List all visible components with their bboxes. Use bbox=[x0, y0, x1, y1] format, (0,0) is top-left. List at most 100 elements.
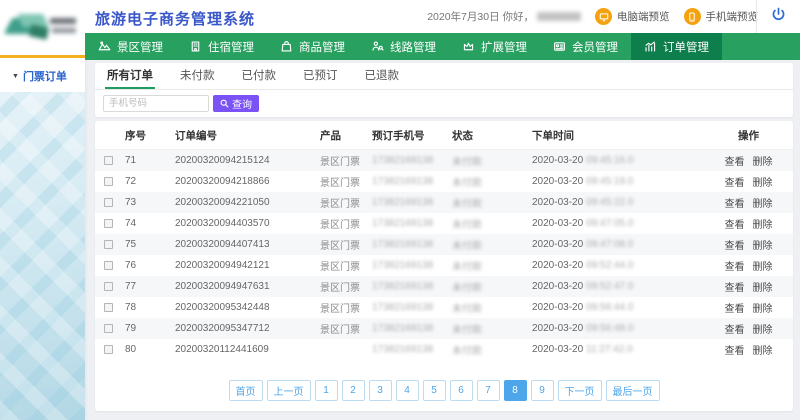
logout-button[interactable] bbox=[756, 0, 800, 33]
cell-product: 景区门票 bbox=[320, 321, 372, 336]
page-number-3[interactable]: 3 bbox=[369, 380, 392, 401]
cell-phone-blurred: 17382169138 bbox=[372, 281, 452, 292]
delete-link[interactable]: 删除 bbox=[753, 283, 773, 294]
tab-5[interactable]: 已退款 bbox=[363, 63, 402, 89]
tab-3[interactable]: 已付款 bbox=[240, 63, 279, 89]
sidebar-item-ticket-orders[interactable]: ▼ 门票订单 bbox=[0, 58, 85, 94]
col-product: 产品 bbox=[320, 128, 372, 143]
row-checkbox[interactable] bbox=[104, 261, 113, 270]
mobile-preview-button[interactable]: 手机端预览 bbox=[684, 8, 759, 25]
order-date: 2020-03-20 bbox=[532, 197, 583, 208]
cell-product: 景区门票 bbox=[320, 195, 372, 210]
table-header: 序号 订单编号 产品 预订手机号 状态 下单时间 操作 bbox=[95, 121, 793, 150]
actions-cell: 查看删除 bbox=[704, 237, 793, 252]
delete-link[interactable]: 删除 bbox=[753, 220, 773, 231]
orders-table-card: 序号 订单编号 产品 预订手机号 状态 下单时间 操作 7 1 2020032009… bbox=[95, 121, 793, 411]
sidebar-accent-bar bbox=[0, 55, 85, 58]
phone-icon bbox=[684, 8, 701, 25]
row-checkbox[interactable] bbox=[104, 198, 113, 207]
search-input[interactable] bbox=[103, 95, 209, 112]
cell-phone-blurred: 17382169138 bbox=[372, 344, 452, 355]
delete-link[interactable]: 删除 bbox=[753, 157, 773, 168]
row-checkbox[interactable] bbox=[104, 240, 113, 249]
row-checkbox[interactable] bbox=[104, 282, 113, 291]
top-header: 旅游电子商务管理系统 2020年7月30日 你好， 电脑端预览 手机端预览 bbox=[0, 0, 800, 33]
page-first[interactable]: 首页 bbox=[229, 380, 263, 401]
order-date: 2020-03-20 bbox=[532, 281, 583, 292]
view-link[interactable]: 查看 bbox=[725, 325, 745, 336]
tab-4[interactable]: 已预订 bbox=[301, 63, 340, 89]
actions-cell: 查看删除 bbox=[704, 300, 793, 315]
search-button[interactable]: 查询 bbox=[213, 95, 259, 112]
delete-link[interactable]: 删除 bbox=[753, 178, 773, 189]
tab-2[interactable]: 未付款 bbox=[178, 63, 217, 89]
scenic-icon bbox=[98, 40, 111, 53]
actions-cell: 查看删除 bbox=[704, 216, 793, 231]
cell-order-time: 2020-03-2009:45:19.0 bbox=[532, 176, 704, 187]
table-row: 802020032011244160917382169138未付款2020-03… bbox=[95, 339, 793, 360]
page-number-5[interactable]: 5 bbox=[423, 380, 446, 401]
delete-link[interactable]: 删除 bbox=[753, 304, 773, 315]
row-checkbox[interactable] bbox=[104, 177, 113, 186]
order-time-blurred: 09:45:19.0 bbox=[586, 176, 633, 187]
cell-no: 79 bbox=[125, 323, 175, 334]
nav-item-7[interactable]: 订单管理 bbox=[631, 33, 722, 60]
page-number-2[interactable]: 2 bbox=[342, 380, 365, 401]
hotel-icon bbox=[189, 40, 202, 53]
nav-item-5[interactable]: 扩展管理 bbox=[449, 33, 540, 60]
page-number-8[interactable]: 8 bbox=[504, 380, 527, 401]
page-number-1[interactable]: 1 bbox=[315, 380, 338, 401]
checkbox-cell bbox=[95, 236, 125, 254]
pc-preview-button[interactable]: 电脑端预览 bbox=[595, 8, 670, 25]
order-time-blurred: 09:56:48.0 bbox=[586, 323, 633, 334]
header-right: 2020年7月30日 你好， 电脑端预览 手机端预览 bbox=[427, 0, 758, 33]
search-button-label: 查询 bbox=[232, 96, 252, 111]
sidebar-item-label: 门票订单 bbox=[23, 68, 67, 84]
table-row: 7220200320094218866景区门票17382169138未付款202… bbox=[95, 171, 793, 192]
order-time-blurred: 09:52:44.0 bbox=[586, 260, 633, 271]
tab-1[interactable]: 所有订单 bbox=[105, 63, 155, 89]
delete-link[interactable]: 删除 bbox=[753, 199, 773, 210]
view-link[interactable]: 查看 bbox=[725, 304, 745, 315]
nav-item-6[interactable]: 会员管理 bbox=[540, 33, 631, 60]
view-link[interactable]: 查看 bbox=[725, 199, 745, 210]
cell-order-number: 20200320094947631 bbox=[175, 281, 320, 292]
page-number-4[interactable]: 4 bbox=[396, 380, 419, 401]
page-number-7[interactable]: 7 bbox=[477, 380, 500, 401]
row-checkbox[interactable] bbox=[104, 156, 113, 165]
sidebar-decoration bbox=[0, 92, 85, 420]
table-row: 7720200320094947631景区门票17382169138未付款202… bbox=[95, 276, 793, 297]
page-number-9[interactable]: 9 bbox=[531, 380, 554, 401]
view-link[interactable]: 查看 bbox=[725, 178, 745, 189]
row-checkbox[interactable] bbox=[104, 345, 113, 354]
view-link[interactable]: 查看 bbox=[725, 346, 745, 357]
order-date: 2020-03-20 bbox=[532, 260, 583, 271]
order-time-blurred: 09:47:05.0 bbox=[586, 218, 633, 229]
nav-item-label: 会员管理 bbox=[572, 39, 618, 55]
page-number-6[interactable]: 6 bbox=[450, 380, 473, 401]
delete-link[interactable]: 删除 bbox=[753, 241, 773, 252]
power-icon bbox=[771, 7, 786, 27]
delete-link[interactable]: 删除 bbox=[753, 325, 773, 336]
view-link[interactable]: 查看 bbox=[725, 220, 745, 231]
view-link[interactable]: 查看 bbox=[725, 157, 745, 168]
nav-item-3[interactable]: 商品管理 bbox=[267, 33, 358, 60]
view-link[interactable]: 查看 bbox=[725, 241, 745, 252]
delete-link[interactable]: 删除 bbox=[753, 346, 773, 357]
row-checkbox[interactable] bbox=[104, 324, 113, 333]
page-last[interactable]: 最后一页 bbox=[606, 380, 660, 401]
nav-item-1[interactable]: 景区管理 bbox=[85, 33, 176, 60]
nav-item-4[interactable]: 线路管理 bbox=[358, 33, 449, 60]
row-checkbox[interactable] bbox=[104, 219, 113, 228]
row-checkbox[interactable] bbox=[104, 303, 113, 312]
delete-link[interactable]: 删除 bbox=[753, 262, 773, 273]
view-link[interactable]: 查看 bbox=[725, 262, 745, 273]
cell-no: 72 bbox=[125, 176, 175, 187]
view-link[interactable]: 查看 bbox=[725, 283, 745, 294]
nav-item-2[interactable]: 住宿管理 bbox=[176, 33, 267, 60]
page-next[interactable]: 下一页 bbox=[558, 380, 602, 401]
actions-cell: 查看删除 bbox=[704, 174, 793, 189]
page-prev[interactable]: 上一页 bbox=[267, 380, 311, 401]
sidebar: ▼ 门票订单 bbox=[0, 58, 85, 420]
cell-product: 景区门票 bbox=[320, 258, 372, 273]
